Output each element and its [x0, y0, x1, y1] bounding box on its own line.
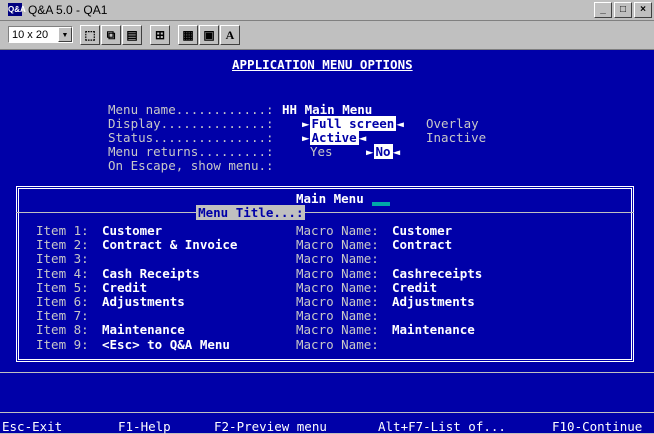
menu-item-label: Item 9:: [36, 336, 89, 352]
menu-item-label: Item 6:: [36, 294, 89, 309]
fullscreen-icon[interactable]: ⊞: [150, 25, 170, 45]
status-selected: Active: [309, 130, 359, 145]
macro-name-label: Macro Name:: [296, 265, 379, 281]
divider: [16, 212, 634, 213]
macro-name-label: Macro Name:: [296, 237, 379, 253]
close-button[interactable]: ×: [634, 2, 652, 18]
menu-title-row: Menu Title...:: [166, 192, 306, 234]
maximize-button[interactable]: □: [614, 2, 632, 18]
menu-title-field[interactable]: Main Menu: [296, 192, 390, 206]
menu-name-label: Menu name............:: [108, 102, 274, 117]
macro-name-field[interactable]: Adjustments: [392, 295, 475, 309]
arrow-right-icon: ►: [302, 116, 310, 131]
macro-name-field[interactable]: Contract: [392, 238, 452, 252]
menu-item-label: Item 2:: [36, 237, 89, 253]
macro-name-field[interactable]: Cashreceipts: [392, 266, 482, 281]
macro-name-label: Macro Name:: [296, 294, 379, 309]
menu-item-name-field[interactable]: Cash Receipts: [102, 266, 200, 281]
title-bar: Q&A Q&A 5.0 - QA1 _ □ ×: [0, 0, 654, 21]
menu-item-name-field[interactable]: Maintenance: [102, 323, 185, 337]
arrow-left-icon: ◄: [392, 144, 401, 159]
divider: [0, 372, 654, 373]
menu-name-field[interactable]: HH Main Menu: [282, 103, 372, 117]
menu-item-label: Item 1:: [36, 223, 89, 238]
window-controls: _ □ ×: [594, 2, 652, 18]
status-f1-help[interactable]: F1-Help: [118, 420, 171, 434]
display-label: Display..............:: [108, 116, 274, 131]
menu-title-label: Menu Title...:: [196, 205, 306, 220]
minimize-button[interactable]: _: [594, 2, 612, 18]
status-esc-exit[interactable]: Esc-Exit: [2, 420, 62, 434]
app-icon: Q&A: [8, 3, 26, 16]
select-icon[interactable]: ⬚: [80, 25, 100, 45]
macro-name-label: Macro Name:: [296, 336, 379, 352]
window-title: Q&A 5.0 - QA1: [28, 3, 108, 17]
screen-header: APPLICATION MENU OPTIONS: [232, 57, 413, 72]
menu-returns-yes[interactable]: Yes: [310, 145, 333, 159]
menu-item-label: Item 7:: [36, 308, 89, 324]
macro-name-label: Macro Name:: [296, 308, 379, 324]
console-screen: APPLICATION MENU OPTIONS Menu name......…: [0, 50, 654, 434]
macro-name-field[interactable]: Customer: [392, 224, 452, 238]
toolbar: 10 x 20 ▼ ⬚ ⧉ ▤ ⊞ ▦ ▣ A: [0, 21, 654, 50]
menu-item-name-field[interactable]: Credit: [102, 280, 147, 295]
menu-title-value: Main Menu: [296, 191, 364, 206]
divider: [0, 412, 654, 413]
menu-item-name-field[interactable]: Contract & Invoice: [102, 238, 237, 252]
status-label: Status...............:: [108, 130, 274, 145]
menu-item-label: Item 8:: [36, 322, 89, 338]
menu-item-name-field[interactable]: Customer: [102, 224, 162, 238]
menu-item-name-field[interactable]: Adjustments: [102, 295, 185, 309]
menu-item-label: Item 3:: [36, 251, 89, 267]
arrow-right-icon: ►: [366, 144, 374, 159]
font-size-value: 10 x 20: [12, 29, 49, 41]
status-f2-preview[interactable]: F2-Preview menu: [214, 420, 327, 434]
macro-name-label: Macro Name:: [296, 223, 379, 238]
menu-returns-selected: No: [373, 144, 393, 159]
escape-menu-label: On Escape, show menu.:: [108, 158, 274, 173]
arrow-left-icon: ◄: [358, 130, 367, 145]
macro-name-label: Macro Name:: [296, 322, 379, 338]
display-option-full-screen[interactable]: ► Full screen ◄: [302, 116, 404, 131]
properties-icon[interactable]: ▦: [178, 25, 198, 45]
status-f10-continue[interactable]: F10-Continue: [552, 420, 642, 434]
status-option-inactive[interactable]: Inactive: [426, 131, 486, 145]
background-icon[interactable]: ▣: [199, 25, 219, 45]
menu-returns-no[interactable]: ► No ◄: [366, 144, 401, 159]
menu-returns-label: Menu returns.........:: [108, 144, 274, 159]
arrow-right-icon: ►: [302, 130, 310, 145]
macro-name-label: Macro Name:: [296, 251, 379, 267]
display-option-overlay[interactable]: Overlay: [426, 117, 479, 131]
macro-name-field[interactable]: Credit: [392, 280, 437, 295]
menu-item-label: Item 4:: [36, 265, 89, 281]
font-icon[interactable]: A: [220, 25, 240, 45]
paste-icon[interactable]: ▤: [122, 25, 142, 45]
copy-icon[interactable]: ⧉: [101, 25, 121, 45]
text-cursor: [371, 202, 390, 206]
chevron-down-icon[interactable]: ▼: [58, 27, 72, 42]
menu-item-name-field[interactable]: <Esc> to Q&A Menu: [102, 337, 230, 352]
macro-name-label: Macro Name:: [296, 279, 379, 295]
status-altf7-list[interactable]: Alt+F7-List of...: [378, 420, 506, 434]
menu-item-label: Item 5:: [36, 279, 89, 295]
arrow-left-icon: ◄: [396, 116, 404, 131]
font-size-select[interactable]: 10 x 20 ▼: [8, 26, 73, 43]
status-option-active[interactable]: ► Active ◄: [302, 130, 367, 145]
display-selected: Full screen: [309, 116, 397, 131]
macro-name-field[interactable]: Maintenance: [392, 323, 475, 337]
